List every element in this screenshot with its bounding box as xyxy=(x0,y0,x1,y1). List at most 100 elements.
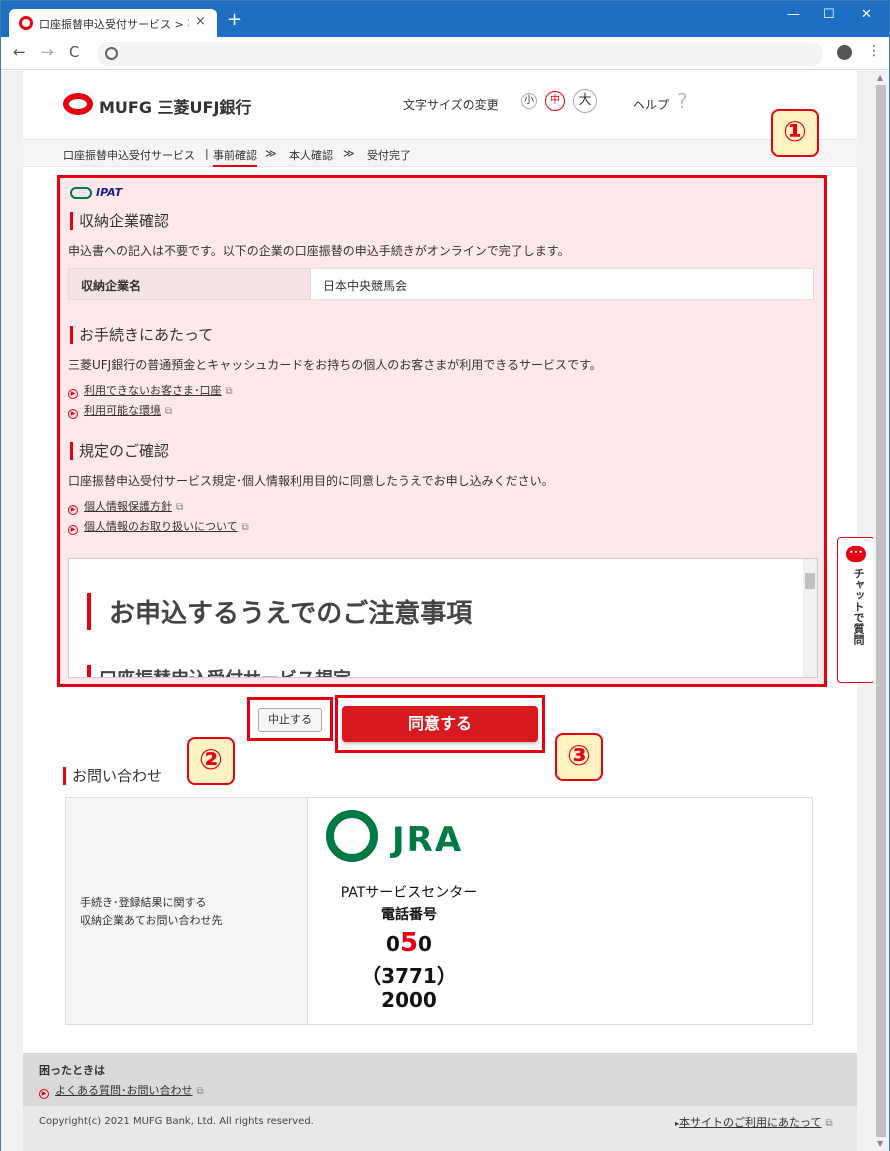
phone-digit: 0 xyxy=(418,932,432,956)
section-text-rules: 口座振替申込受付サービス規定･個人情報利用目的に同意したうえでお申し込みください… xyxy=(68,474,554,488)
scroll-up-icon[interactable]: ▲ xyxy=(877,73,883,82)
phone-label: 電話番号 xyxy=(381,907,437,923)
site-info-icon[interactable] xyxy=(105,47,118,60)
terms-subheading: 口座振替申込受付サービス規定 xyxy=(87,665,351,677)
tab-close-icon[interactable]: × xyxy=(195,14,206,29)
callout-3: ③ xyxy=(555,733,603,781)
agree-button[interactable]: 同意する xyxy=(342,706,538,742)
link-personal-info-handling[interactable]: ▶ 個人情報のお取り扱いについて ⧉ xyxy=(68,518,249,535)
cancel-button[interactable]: 中止する xyxy=(258,708,322,732)
breadcrumb-step-identity: 本人確認 xyxy=(289,149,333,162)
breadcrumb-separator: ≫ xyxy=(343,147,355,160)
link-privacy-policy[interactable]: ▶ 個人情報保護方針 ⧉ xyxy=(68,498,183,515)
phone-digit: 0 xyxy=(386,932,400,956)
footer-help-area: 困ったときは ▶ よくある質問･お問い合わせ ⧉ xyxy=(23,1054,857,1106)
arrow-bullet-icon: ▶ xyxy=(39,1089,49,1099)
browser-toolbar: ← → C ⋮ xyxy=(1,37,889,70)
phone-digit-highlight: 5 xyxy=(399,928,419,958)
external-window-icon: ⧉ xyxy=(241,522,249,533)
link-label[interactable]: 個人情報のお取り扱いについて xyxy=(84,520,238,533)
breadcrumb-step-confirm: 事前確認 xyxy=(213,147,257,167)
menu-icon[interactable]: ⋮ xyxy=(867,43,881,59)
faq-link[interactable]: ▶ よくある質問･お問い合わせ ⧉ xyxy=(39,1082,204,1099)
terms-scrollbar[interactable] xyxy=(803,559,817,677)
external-window-icon: ⧉ xyxy=(165,406,173,417)
callout-1: ① xyxy=(771,109,819,157)
help-icon[interactable]: ? xyxy=(677,89,688,113)
chat-button[interactable]: ••• チャットで質問 xyxy=(837,537,875,683)
section-text-company: 申込書への記入は不要です。以下の企業の口座振替の申込手続きがオンラインで完了しま… xyxy=(68,244,570,258)
breadcrumb-step-complete: 受付完了 xyxy=(367,149,411,162)
inquiry-label: 手続き･登録結果に関する 収納企業あてお問い合わせ先 xyxy=(80,894,222,930)
breadcrumb-service: 口座振替申込受付サービス xyxy=(63,149,195,162)
terms-scroll-box[interactable]: お申込するうえでのご注意事項 口座振替申込受付サービス規定 xyxy=(68,558,818,678)
company-label: 収納企業名 xyxy=(69,269,311,299)
scroll-down-icon[interactable]: ▼ xyxy=(877,1139,883,1148)
footer-trouble-heading: 困ったときは xyxy=(39,1064,105,1077)
cancel-highlight: 中止する xyxy=(247,697,333,741)
arrow-bullet-icon: ▶ xyxy=(68,409,78,419)
window-close-icon[interactable]: ✕ xyxy=(861,7,872,22)
company-value: 日本中央競馬会 xyxy=(311,269,813,299)
link-available-environment[interactable]: ▶ 利用可能な環境 ⧉ xyxy=(68,402,172,419)
agree-highlight: 同意する xyxy=(335,695,545,753)
terms-heading: お申込するうえでのご注意事項 xyxy=(87,593,472,630)
help-link[interactable]: ヘルプ xyxy=(633,96,669,113)
link-label[interactable]: 利用可能な環境 xyxy=(84,404,161,417)
new-tab-icon[interactable]: + xyxy=(227,11,242,29)
phone-area: （3771） xyxy=(361,964,457,988)
link-label[interactable]: 利用できないお客さま･口座 xyxy=(84,384,222,397)
forward-icon[interactable]: → xyxy=(41,45,54,60)
arrow-bullet-icon: ▶ xyxy=(68,525,78,535)
breadcrumb: 口座振替申込受付サービス | 事前確認 ≫ 本人確認 ≫ 受付完了 xyxy=(23,139,857,167)
maximize-icon[interactable]: ☐ xyxy=(823,7,835,22)
scroll-thumb[interactable] xyxy=(876,85,886,1137)
link-unavailable-customers[interactable]: ▶ 利用できないお客さま･口座 ⧉ xyxy=(68,382,233,399)
mufg-logo-icon[interactable] xyxy=(63,93,93,115)
faq-link-label[interactable]: よくある質問･お問い合わせ xyxy=(55,1084,193,1097)
phone-number: 2000 xyxy=(381,988,437,1012)
chat-bubble-icon: ••• xyxy=(846,546,866,562)
reload-icon[interactable]: C xyxy=(69,45,79,60)
external-window-icon: ⧉ xyxy=(825,1118,833,1129)
chat-label[interactable]: チャットで質問 xyxy=(848,568,866,645)
arrow-bullet-icon: ▶ xyxy=(68,505,78,515)
inquiry-value-cell: JRA PATサービスセンター 電話番号 050 （3771） 2000 xyxy=(308,798,812,1024)
section-title-procedure: お手続きにあたって xyxy=(70,326,213,344)
minimize-icon[interactable]: — xyxy=(787,7,800,22)
font-large-button[interactable]: 大 xyxy=(573,89,597,113)
inquiry-table: 手続き･登録結果に関する 収納企業あてお問い合わせ先 JRA PATサービスセン… xyxy=(65,797,813,1025)
external-window-icon: ⧉ xyxy=(225,386,233,397)
jra-small-icon xyxy=(70,187,92,199)
footer: 困ったときは ▶ よくある質問･お問い合わせ ⧉ Copyright(c) 2021… xyxy=(23,1053,857,1151)
inquiry-label-cell: 手続き･登録結果に関する 収納企業あてお問い合わせ先 xyxy=(66,798,308,1024)
section-text-procedure: 三菱UFJ銀行の普通預金とキャッシュカードをお持ちの個人のお客さまが利用できるサ… xyxy=(68,358,602,372)
bank-logo[interactable]: MUFG 三菱UFJ銀行 xyxy=(99,94,251,118)
arrow-bullet-icon: ▶ xyxy=(68,389,78,399)
jra-logo-text: JRA xyxy=(392,820,464,860)
terms-scroll-thumb[interactable] xyxy=(805,573,815,589)
browser-tab[interactable]: 口座振替申込受付サービス > 事前確認 × xyxy=(9,9,217,37)
inquiry-label-line2: 収納企業あてお問い合わせ先 xyxy=(80,914,223,927)
link-label[interactable]: 個人情報保護方針 xyxy=(84,500,172,513)
profile-icon[interactable] xyxy=(837,45,852,60)
jra-logo-icon xyxy=(326,810,378,862)
page-viewport: MUFG 三菱UFJ銀行 文字サイズの変更 小 中 大 ヘルプ ? 口座振替申込… xyxy=(1,71,889,1151)
phone-prefix: 050 xyxy=(308,928,510,958)
font-medium-button[interactable]: 中 xyxy=(545,91,565,111)
site-terms-label[interactable]: 本サイトのご利用にあたって xyxy=(679,1116,821,1129)
breadcrumb-separator: | xyxy=(205,147,209,160)
title-bar: 口座振替申込受付サービス > 事前確認 × + — ☐ ✕ xyxy=(1,1,889,37)
font-small-button[interactable]: 小 xyxy=(521,93,537,109)
service-center-name: PATサービスセンター xyxy=(340,885,478,901)
page-content: MUFG 三菱UFJ銀行 文字サイズの変更 小 中 大 ヘルプ ? 口座振替申込… xyxy=(23,71,857,1151)
section-title-rules: 規定のご確認 xyxy=(70,442,169,460)
page-scrollbar[interactable]: ▲ ▼ xyxy=(873,71,889,1151)
back-icon[interactable]: ← xyxy=(13,45,26,60)
company-table: 収納企業名 日本中央競馬会 xyxy=(68,268,814,300)
address-bar[interactable] xyxy=(97,42,823,66)
site-terms-link[interactable]: ▸本サイトのご利用にあたって ⧉ xyxy=(675,1114,833,1130)
callout-2: ② xyxy=(187,737,235,785)
ipat-logo-text: IPAT xyxy=(96,186,123,199)
external-window-icon: ⧉ xyxy=(176,502,184,513)
